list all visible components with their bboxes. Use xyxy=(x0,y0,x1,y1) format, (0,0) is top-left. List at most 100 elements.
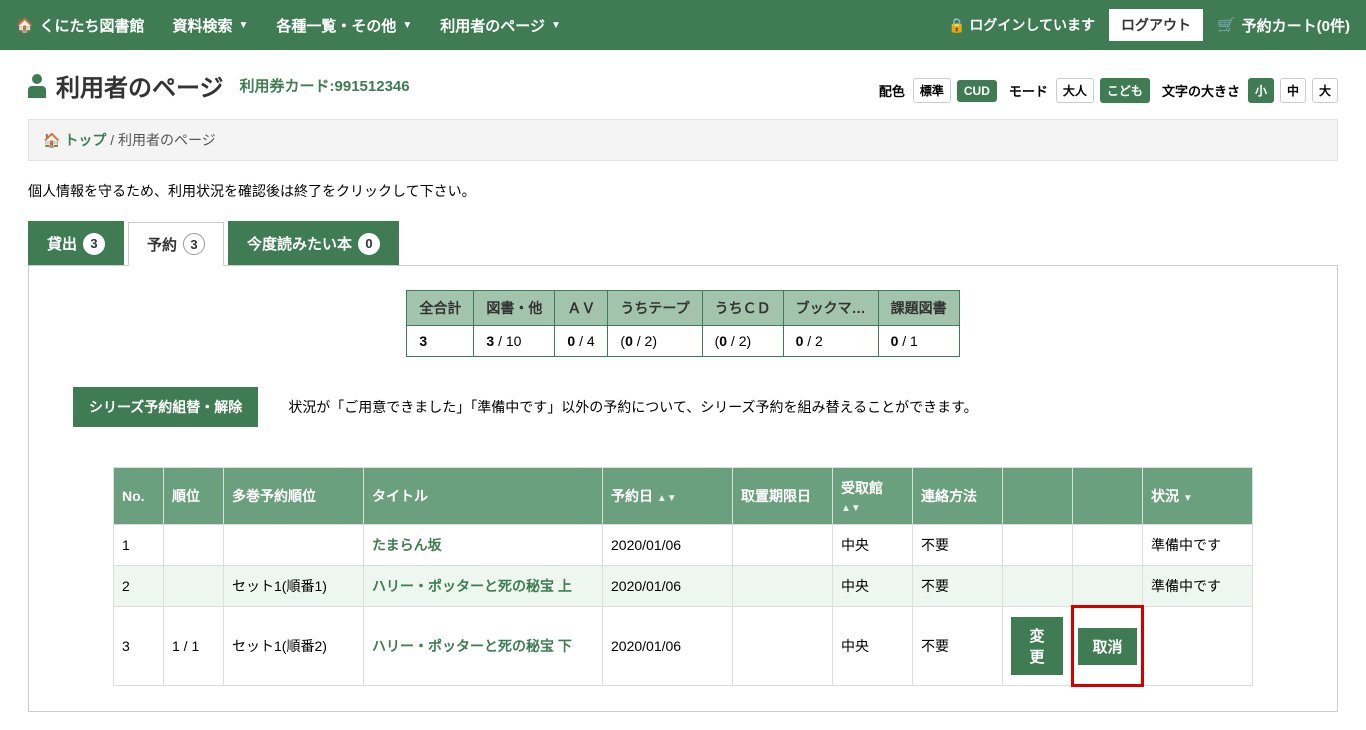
cell-cancel xyxy=(1073,525,1143,566)
navbar: 🏠 くにたち図書館 資料検索 ▼ 各種一覧・その他 ▼ 利用者のページ ▼ 🔒 … xyxy=(0,0,1366,50)
nav-lists-label: 各種一覧・その他 xyxy=(276,15,396,36)
cell-title: たまらん坂 xyxy=(364,525,603,566)
tab-content: 全合計 図書・他 ＡＶ うちテープ うちＣＤ ブックマ… 課題図書 3 3 / … xyxy=(28,265,1338,712)
title-link[interactable]: ハリー・ポッターと死の秘宝 下 xyxy=(372,638,572,654)
nav-userpage-label: 利用者のページ xyxy=(440,15,545,36)
cell-multi xyxy=(224,525,364,566)
table-row: 2セット1(順番1)ハリー・ポッターと死の秘宝 上2020/01/06中央不要準… xyxy=(114,566,1253,607)
page-title: 利用者のページ xyxy=(56,68,224,103)
col-title[interactable]: タイトル xyxy=(364,468,603,525)
nav-userpage[interactable]: 利用者のページ ▼ xyxy=(440,15,561,36)
cell-date: 2020/01/06 xyxy=(603,525,733,566)
cell-status: 準備中です xyxy=(1143,566,1253,607)
person-icon xyxy=(28,74,46,98)
sum-h-tape: うちテープ xyxy=(608,291,702,326)
mode-child[interactable]: こども xyxy=(1100,78,1150,103)
nav-lists[interactable]: 各種一覧・その他 ▼ xyxy=(276,15,412,36)
cell-deadline xyxy=(733,566,833,607)
nav-search[interactable]: 資料検索 ▼ xyxy=(172,15,248,36)
cell-multi: セット1(順番2) xyxy=(224,607,364,686)
cell-no: 2 xyxy=(114,566,164,607)
cancel-button[interactable]: 取消 xyxy=(1078,628,1137,665)
sum-book: 3 / 10 xyxy=(474,326,555,357)
cell-rank xyxy=(164,525,224,566)
tab-reserve-count: 3 xyxy=(183,233,205,255)
tab-loan-label: 貸出 xyxy=(47,233,77,254)
series-reorder-button[interactable]: シリーズ予約組替・解除 xyxy=(73,387,258,427)
nav-cart[interactable]: 🛒 予約カート(0件) xyxy=(1217,15,1350,36)
summary-table: 全合計 図書・他 ＡＶ うちテープ うちＣＤ ブックマ… 課題図書 3 3 / … xyxy=(406,290,959,357)
sum-h-book: 図書・他 xyxy=(474,291,555,326)
cell-title: ハリー・ポッターと死の秘宝 上 xyxy=(364,566,603,607)
reservations-table: No. 順位 多巻予約順位 タイトル 予約日 ▲▼ 取置期限日 受取館 ▲▼ 連… xyxy=(113,467,1253,687)
color-standard[interactable]: 標準 xyxy=(913,78,951,103)
title-link[interactable]: ハリー・ポッターと死の秘宝 上 xyxy=(372,578,572,594)
sum-bookm: 0 / 2 xyxy=(783,326,878,357)
size-medium[interactable]: 中 xyxy=(1280,78,1306,103)
home-icon: 🏠 xyxy=(43,132,60,148)
col-rank: 順位 xyxy=(164,468,224,525)
lock-icon: 🔒 xyxy=(948,17,965,33)
tab-loan[interactable]: 貸出 3 xyxy=(28,221,124,265)
table-row: 31 / 1セット1(順番2)ハリー・ポッターと死の秘宝 下2020/01/06… xyxy=(114,607,1253,686)
cell-date: 2020/01/06 xyxy=(603,607,733,686)
tab-reserve[interactable]: 予約 3 xyxy=(128,222,224,266)
home-icon: 🏠 xyxy=(16,17,33,34)
cell-no: 1 xyxy=(114,525,164,566)
breadcrumb: 🏠 トップ / 利用者のページ xyxy=(28,119,1338,161)
cell-multi: セット1(順番1) xyxy=(224,566,364,607)
size-small[interactable]: 小 xyxy=(1248,78,1274,103)
series-note: 状況が「ご用意できました」「準備中です」以外の予約について、シリーズ予約を組み替… xyxy=(288,397,977,417)
chevron-down-icon: ▼ xyxy=(238,20,248,31)
cart-icon: 🛒 xyxy=(1217,16,1236,34)
logout-button[interactable]: ログアウト xyxy=(1109,9,1203,41)
cell-contact: 不要 xyxy=(913,607,1003,686)
nav-search-label: 資料検索 xyxy=(172,15,232,36)
tab-wishlist-label: 今度読みたい本 xyxy=(247,233,352,254)
col-lib[interactable]: 受取館 ▲▼ xyxy=(833,468,913,525)
cell-rank: 1 / 1 xyxy=(164,607,224,686)
col-cancel xyxy=(1073,468,1143,525)
sum-h-total: 全合計 xyxy=(407,291,474,326)
cell-cancel xyxy=(1073,566,1143,607)
col-contact: 連絡方法 xyxy=(913,468,1003,525)
nav-cart-label: 予約カート(0件) xyxy=(1242,15,1350,36)
col-date[interactable]: 予約日 ▲▼ xyxy=(603,468,733,525)
cell-status xyxy=(1143,607,1253,686)
cell-deadline xyxy=(733,525,833,566)
sum-h-kadai: 課題図書 xyxy=(878,291,959,326)
sum-h-cd: うちＣＤ xyxy=(702,291,783,326)
cell-change xyxy=(1003,566,1073,607)
size-large[interactable]: 大 xyxy=(1312,78,1338,103)
sort-icon: ▲▼ xyxy=(841,503,861,514)
login-status: 🔒 ログインしています xyxy=(948,15,1095,35)
cell-status: 準備中です xyxy=(1143,525,1253,566)
col-change xyxy=(1003,468,1073,525)
cell-deadline xyxy=(733,607,833,686)
cell-change: 変更 xyxy=(1003,607,1073,686)
tab-loan-count: 3 xyxy=(83,233,105,255)
tab-wishlist[interactable]: 今度読みたい本 0 xyxy=(228,221,399,265)
mode-adult[interactable]: 大人 xyxy=(1056,78,1094,103)
login-status-label: ログインしています xyxy=(969,17,1095,33)
breadcrumb-top[interactable]: トップ xyxy=(64,132,106,148)
chevron-down-icon: ▼ xyxy=(402,20,412,31)
sum-cd: (0 / 2) xyxy=(702,326,783,357)
title-link[interactable]: たまらん坂 xyxy=(372,537,442,553)
nav-brand[interactable]: 🏠 くにたち図書館 xyxy=(16,15,144,36)
color-cud[interactable]: CUD xyxy=(957,80,997,102)
opt-mode-label: モード xyxy=(1009,81,1048,100)
privacy-notice: 個人情報を守るため、利用状況を確認後は終了をクリックして下さい。 xyxy=(28,181,1338,201)
change-button[interactable]: 変更 xyxy=(1011,617,1063,675)
col-status[interactable]: 状況 ▼ xyxy=(1143,468,1253,525)
cell-rank xyxy=(164,566,224,607)
breadcrumb-current: 利用者のページ xyxy=(118,132,216,148)
tab-reserve-label: 予約 xyxy=(147,234,177,255)
display-options: 配色 標準 CUD モード 大人 こども 文字の大きさ 小 中 大 xyxy=(873,78,1338,103)
sum-h-bookm: ブックマ… xyxy=(783,291,878,326)
nav-brand-label: くにたち図書館 xyxy=(39,15,144,36)
cell-lib: 中央 xyxy=(833,525,913,566)
opt-color-label: 配色 xyxy=(879,81,905,100)
card-number: 利用券カード:991512346 xyxy=(240,75,410,96)
cell-contact: 不要 xyxy=(913,525,1003,566)
